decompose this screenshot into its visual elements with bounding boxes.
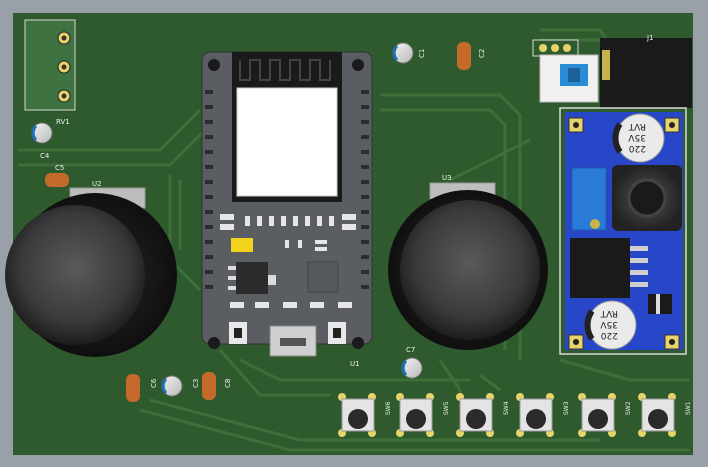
rf-shield [236,87,338,197]
c4-label: C4 [40,152,50,160]
svg-text:RVT: RVT [600,308,618,318]
c7-label: C7 [406,346,415,354]
svg-text:RVT: RVT [628,121,646,131]
dc-barrel-jack[interactable] [600,38,692,108]
regulator-cap-top: 220 35V RVT [612,113,665,163]
switch-plunger[interactable] [588,409,608,429]
trim-potentiometer[interactable] [571,167,607,231]
rv1-potentiometer: RV1 [24,19,76,126]
switch-plunger[interactable] [648,409,668,429]
switch-label: SW5 [443,401,450,415]
pcb-render: RV1 C4 C5 U2 U1 C1 C2 U3 C7 C6 C3 C8 J1 … [5,13,693,455]
switch-plunger[interactable] [466,409,486,429]
svg-text:35V: 35V [600,319,618,329]
u1-label: U1 [350,360,360,368]
c5-label: C5 [55,164,64,172]
switch-label: SW4 [503,401,510,415]
regulator-cap-bottom: 220 35V RVT [584,300,637,350]
buck-converter-module: 220 35V RVT 220 35V RVT [559,107,687,355]
joystick-left-knob[interactable] [5,205,145,345]
c2-label: C2 [478,49,486,58]
switch-plunger[interactable] [348,409,368,429]
switch-label: SW1 [685,401,692,415]
switch-label: SW2 [625,401,632,415]
joystick-right-knob[interactable] [400,200,540,340]
j1-label: J1 [646,34,654,42]
led-yellow [231,238,253,252]
c8-label: C8 [224,379,232,388]
pcb-3d-view: RV1 C4 C5 U2 U1 C1 C2 U3 C7 C6 C3 C8 J1 … [0,0,708,467]
u1-esp32-module: U1 [201,51,373,368]
regulator-ic [570,238,630,298]
switch-plunger[interactable] [526,409,546,429]
svg-text:35V: 35V [628,132,646,142]
svg-text:220: 220 [601,330,618,340]
c3-label: C3 [192,379,200,388]
c1-label: C1 [418,49,426,58]
switch-label: SW6 [385,401,392,415]
rv1-label: RV1 [56,118,70,126]
u2-label: U2 [92,180,102,188]
switch-plunger[interactable] [406,409,426,429]
svg-text:220: 220 [629,143,646,153]
j1-power-jack: J1 [532,34,692,108]
c6-label: C6 [150,378,158,388]
switch-label: SW3 [563,401,570,415]
u3-label: U3 [442,174,452,182]
